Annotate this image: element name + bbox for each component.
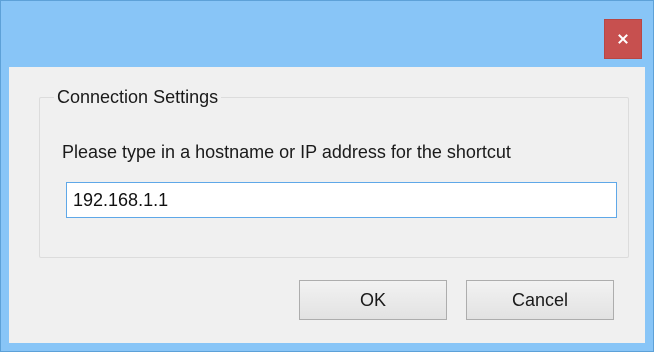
close-icon [618, 34, 628, 44]
close-button[interactable] [604, 19, 642, 59]
ok-button[interactable]: OK [299, 280, 447, 320]
hostname-input[interactable] [66, 182, 617, 218]
connection-settings-group: Connection Settings Please type in a hos… [39, 85, 629, 258]
cancel-button[interactable]: Cancel [466, 280, 614, 320]
dialog-window: Connection Settings Please type in a hos… [0, 0, 654, 352]
group-title: Connection Settings [54, 85, 222, 109]
dialog-content: Connection Settings Please type in a hos… [9, 67, 645, 343]
hostname-prompt-label: Please type in a hostname or IP address … [62, 142, 511, 162]
